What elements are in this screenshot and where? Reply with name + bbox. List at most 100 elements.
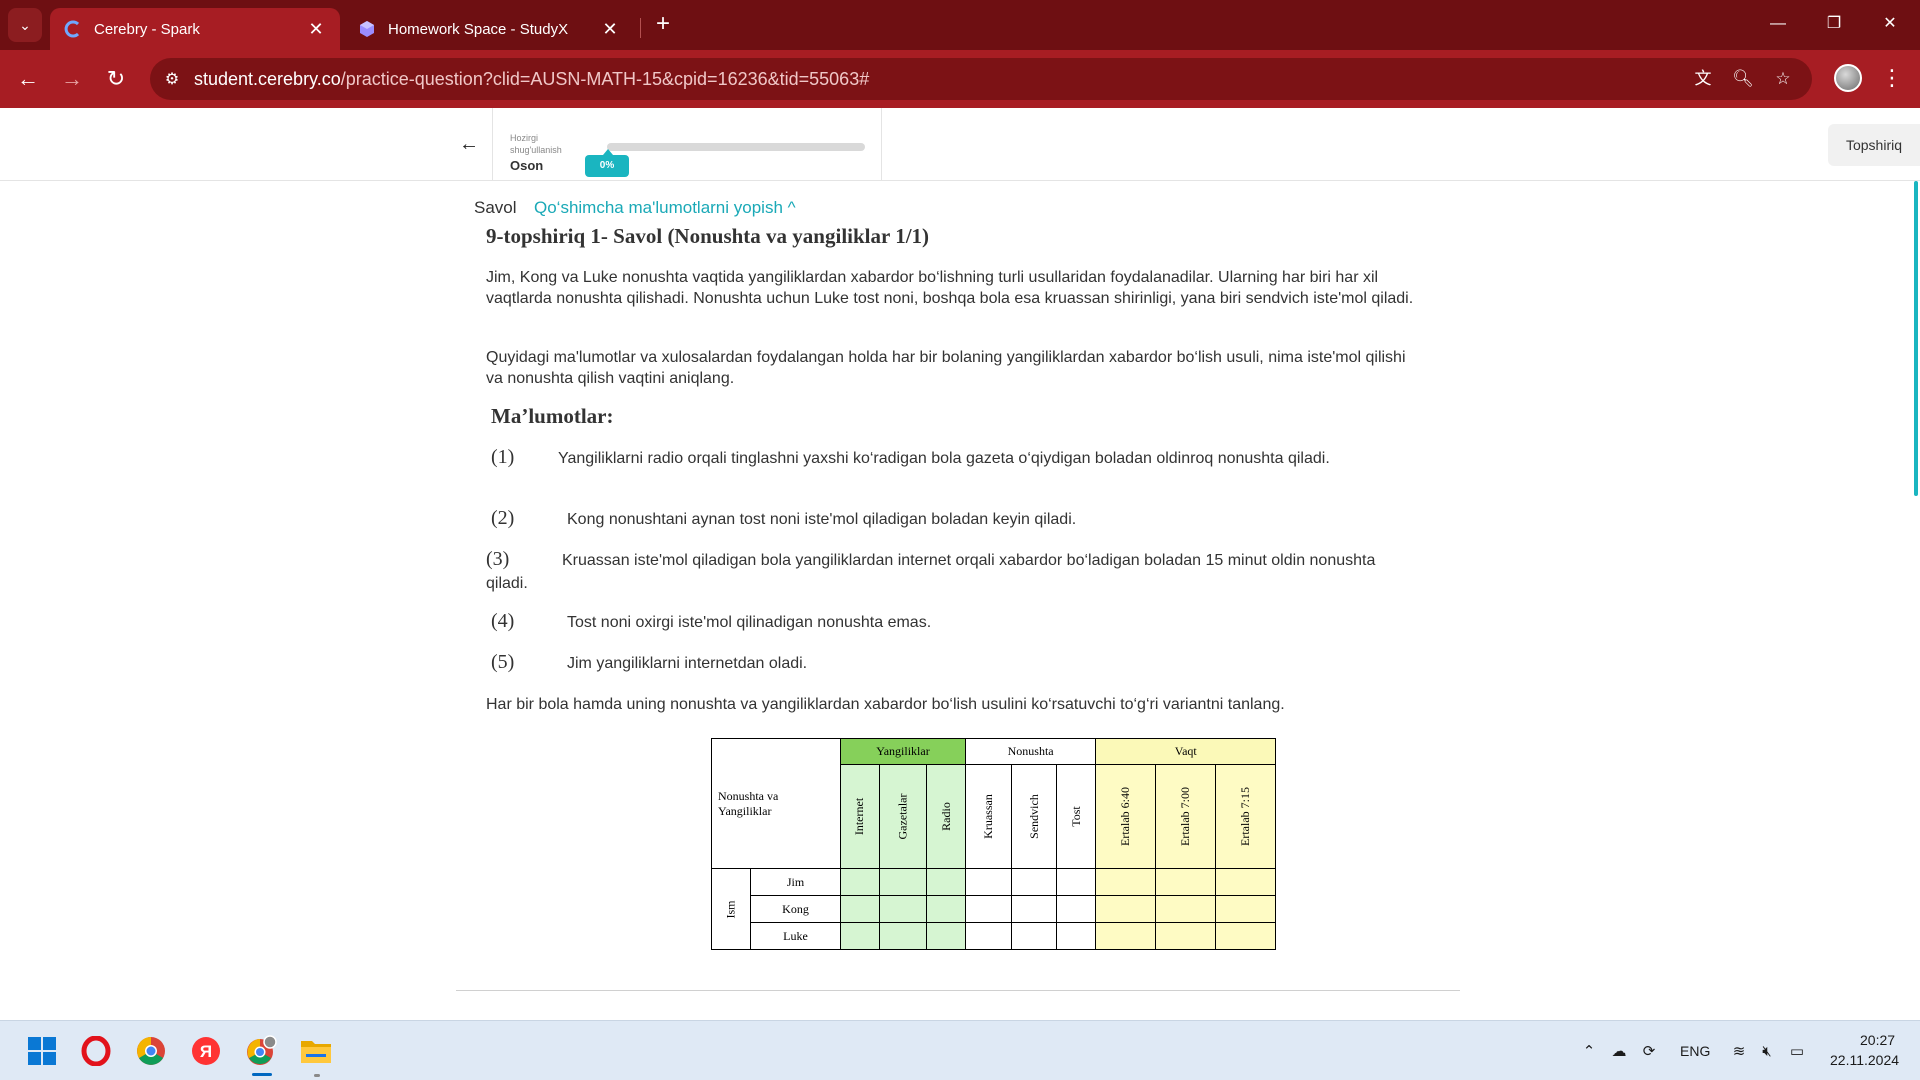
col-label: Ertalab 7:15: [1238, 787, 1253, 846]
grid-cell[interactable]: [1215, 868, 1277, 896]
grid-cell[interactable]: [879, 868, 927, 896]
yandex-browser-icon[interactable]: Я: [188, 1033, 224, 1069]
question-title: 9-topshiriq 1- Savol (Nonushta va yangil…: [486, 224, 930, 248]
taskbar: Я ⌃ ☁ ⟳ ENG ≋ 🔇︎ ▭ 20:27 22.11.2024: [0, 1020, 1920, 1080]
tab-studyx[interactable]: Homework Space - StudyX ✕: [344, 8, 634, 50]
col-label: Internet: [852, 797, 867, 836]
url-text[interactable]: student.cerebry.co/practice-question?cli…: [194, 69, 869, 90]
col-kruassan: Kruassan: [964, 764, 1012, 869]
chevron-up-icon[interactable]: ⌃: [1578, 1041, 1600, 1063]
chrome-icon[interactable]: [133, 1033, 169, 1069]
profile-avatar[interactable]: [1834, 64, 1862, 92]
question-label: Savol: [474, 198, 517, 217]
clue-text: Yangiliklarni radio orqali tinglashni ya…: [558, 450, 1330, 467]
grid-cell[interactable]: [1155, 895, 1217, 923]
tab-search-button[interactable]: ⌄: [8, 8, 42, 42]
grid-cell[interactable]: [840, 868, 880, 896]
reload-icon[interactable]: ↻: [100, 63, 132, 95]
grid-cell[interactable]: [840, 895, 880, 923]
active-app-indicator: [252, 1073, 272, 1076]
address-bar[interactable]: ⚙ student.cerebry.co/practice-question?c…: [150, 58, 1812, 100]
windows-start-icon[interactable]: [24, 1033, 60, 1069]
grid-cell[interactable]: [1215, 922, 1277, 950]
wifi-icon[interactable]: ≋: [1728, 1041, 1750, 1063]
clue-text: Jim yangiliklarni internetdan oladi.: [567, 655, 808, 672]
grid-cell[interactable]: [879, 922, 927, 950]
intro-paragraph: Jim, Kong va Luke nonushta vaqtida yangi…: [486, 269, 1414, 307]
clock-date[interactable]: 22.11.2024: [1830, 1052, 1899, 1068]
restore-button[interactable]: ❐: [1806, 8, 1862, 40]
clock-time[interactable]: 20:27: [1860, 1032, 1895, 1048]
battery-icon[interactable]: ▭: [1786, 1041, 1808, 1063]
forward-arrow-icon[interactable]: →: [56, 63, 88, 95]
grid-cell[interactable]: [925, 895, 966, 923]
tab-close-icon[interactable]: ✕: [600, 19, 620, 40]
row-jim: Jim: [750, 868, 841, 896]
clue-number: (5): [491, 651, 515, 673]
cloud-icon[interactable]: ☁: [1608, 1041, 1630, 1063]
row-luke: Luke: [750, 922, 841, 950]
grid-cell[interactable]: [925, 868, 966, 896]
page-scrollbar[interactable]: [1912, 181, 1920, 1018]
grid-cell[interactable]: [1010, 895, 1058, 923]
grid-cell[interactable]: [964, 922, 1012, 950]
status-label: Hozirgi shug'ullanish: [510, 133, 562, 155]
sync-icon[interactable]: ⟳: [1638, 1041, 1660, 1063]
chrome-profile-icon[interactable]: [243, 1033, 279, 1069]
clue-number: (3): [486, 548, 510, 570]
progress-status: Hozirgi shug'ullanish Oson 0%: [492, 108, 882, 180]
submit-tab-button[interactable]: Topshiriq: [1828, 124, 1920, 166]
grid-cell[interactable]: [1095, 922, 1157, 950]
grid-cell[interactable]: [925, 922, 966, 950]
grid-cell[interactable]: [840, 922, 880, 950]
grid-cell[interactable]: [1155, 922, 1217, 950]
site-settings-icon[interactable]: ⚙: [150, 58, 194, 100]
minimize-button[interactable]: —: [1750, 8, 1806, 40]
grid-cell[interactable]: [964, 868, 1012, 896]
col-sendvich: Sendvich: [1010, 764, 1058, 869]
clue-item: (5) Jim yangiliklarni internetdan oladi.: [486, 651, 1416, 675]
grid-cell[interactable]: [1056, 868, 1097, 896]
grid-cell[interactable]: [1010, 868, 1058, 896]
grid-cell[interactable]: [1010, 922, 1058, 950]
header-time: Vaqt: [1095, 738, 1277, 765]
grid-cell[interactable]: [964, 895, 1012, 923]
grid-cell[interactable]: [1095, 895, 1157, 923]
speaker-muted-icon[interactable]: 🔇︎: [1756, 1041, 1778, 1063]
grid-cell[interactable]: [1215, 895, 1277, 923]
clue-number: (2): [491, 507, 515, 529]
grid-cell[interactable]: [1056, 895, 1097, 923]
tab-close-icon[interactable]: ✕: [306, 19, 326, 40]
tab-cerebry[interactable]: Cerebry - Spark ✕: [50, 8, 340, 50]
zoom-icon[interactable]: 🔍︎: [1730, 66, 1756, 92]
col-label: Radio: [938, 802, 953, 831]
scrollbar-thumb[interactable]: [1914, 181, 1918, 496]
grid-cell[interactable]: [1095, 868, 1157, 896]
row-group-label: Ism: [711, 868, 751, 950]
cerebry-favicon-icon: [64, 20, 80, 38]
grid-cell[interactable]: [1155, 868, 1217, 896]
url-host: student.cerebry.co: [194, 68, 341, 89]
difficulty-level: Oson: [510, 158, 544, 173]
tab-title: Homework Space - StudyX: [388, 20, 569, 38]
tab-separator: [640, 18, 641, 38]
col-label: Ertalab 6:40: [1118, 787, 1133, 846]
grid-cell[interactable]: [1056, 922, 1097, 950]
browser-menu-icon[interactable]: ⋮: [1880, 62, 1904, 94]
back-arrow-icon[interactable]: ←: [12, 63, 44, 95]
progress-percent: 0%: [585, 149, 629, 177]
row-kong: Kong: [750, 895, 841, 923]
grid-cell[interactable]: [879, 895, 927, 923]
new-tab-button[interactable]: +: [648, 10, 678, 40]
language-indicator[interactable]: ENG: [1680, 1043, 1710, 1059]
hide-info-toggle[interactable]: Qo‘shimcha ma'lumotlarni yopish ^: [534, 198, 796, 218]
col-700: Ertalab 7:00: [1155, 764, 1217, 869]
opera-icon[interactable]: [78, 1033, 114, 1069]
col-label: Sendvich: [1026, 794, 1041, 839]
clue-text: Kong nonushtani aynan tost noni iste'mol…: [567, 511, 1077, 528]
close-window-button[interactable]: ✕: [1862, 8, 1918, 40]
back-arrow-icon[interactable]: ←: [455, 130, 483, 158]
translate-icon[interactable]: 文: [1690, 66, 1716, 92]
bookmark-star-icon[interactable]: ☆: [1770, 66, 1796, 92]
file-explorer-icon[interactable]: [298, 1033, 334, 1069]
